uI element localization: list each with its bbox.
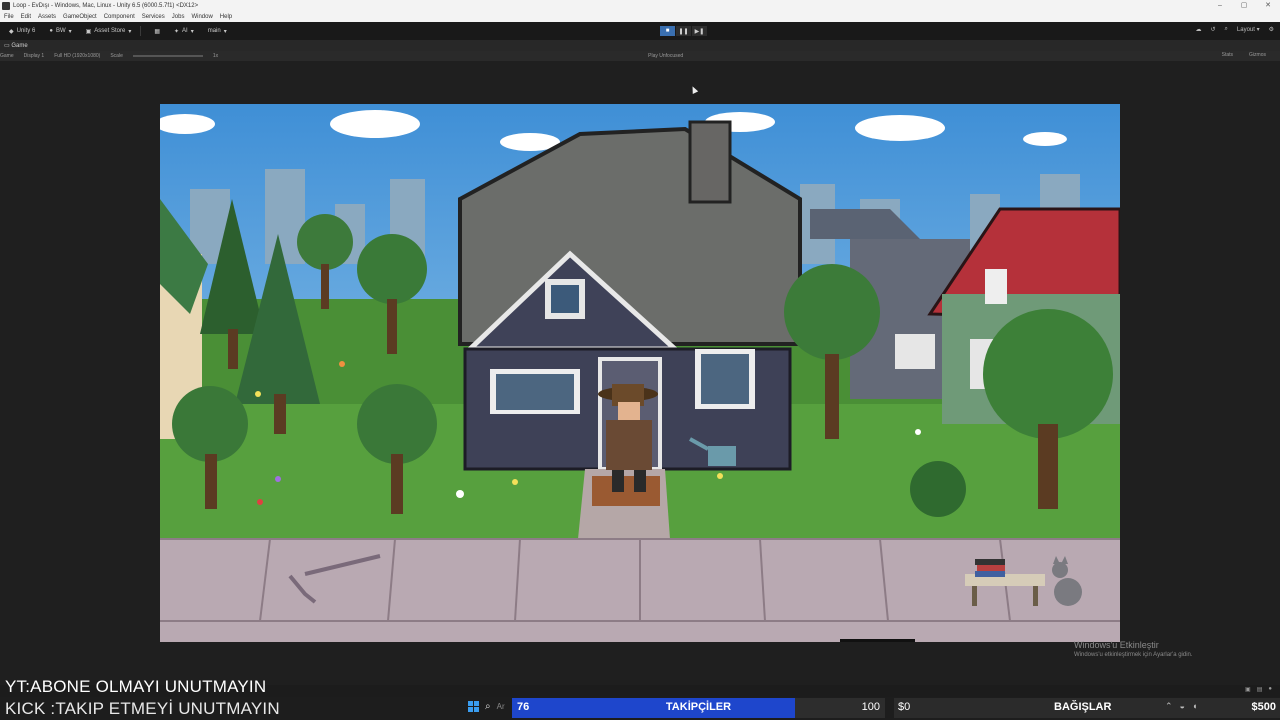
divider xyxy=(140,26,142,36)
books-icon xyxy=(975,559,1005,577)
menu-edit[interactable]: Edit xyxy=(21,14,31,20)
followers-goal: 100 xyxy=(861,701,880,713)
play-focused-dropdown[interactable]: Play Unfocused xyxy=(648,53,683,59)
unity-account-button[interactable]: ◆ Unity 6 xyxy=(4,26,40,37)
account-label: BW xyxy=(55,28,66,34)
branch-label: main xyxy=(207,28,221,34)
account-button[interactable]: ● BW ▾ xyxy=(44,26,76,37)
donations-current: $0 xyxy=(898,701,911,713)
followers-label: TAKİPÇİLER xyxy=(665,701,732,713)
menu-jobs[interactable]: Jobs xyxy=(172,14,185,20)
maximize-button[interactable]: ▢ xyxy=(1232,0,1256,12)
chevron-down-icon: ▾ xyxy=(128,28,132,35)
unity-logo-icon: ◆ xyxy=(9,28,14,35)
cloud-icon[interactable]: ☁ xyxy=(1196,26,1202,33)
bug-icon[interactable]: ▣ xyxy=(1245,686,1251,693)
search-icon[interactable]: ⌕ xyxy=(1225,26,1228,33)
windows-start-icon[interactable] xyxy=(468,701,479,712)
scale-value: 1x xyxy=(212,53,219,59)
resolution-dropdown[interactable]: Full HD (1920x1080) xyxy=(54,53,100,59)
history-icon[interactable]: ↺ xyxy=(1211,26,1216,33)
game-tab-strip: ▭ Game xyxy=(0,40,1280,51)
yt-overlay-text: YT:ABONE OLMAYI UNUTMAYIN xyxy=(5,677,267,696)
asset-store-label: Asset Store xyxy=(94,28,126,34)
minimize-button[interactable]: – xyxy=(1208,0,1232,12)
stats-button[interactable]: Stats xyxy=(1222,52,1233,58)
chevron-up-icon[interactable]: ⌃ xyxy=(1165,701,1173,712)
layout-label: Layout xyxy=(1236,27,1255,33)
unity-toolbar: ◆ Unity 6 ● BW ▾ ▣ Asset Store ▾ ▦ ✦ AI … xyxy=(0,22,1280,40)
version-control-button[interactable]: ▦ xyxy=(149,26,165,37)
pause-button[interactable]: ❚❚ xyxy=(676,26,691,36)
play-button[interactable]: ■ xyxy=(660,26,675,36)
menu-window[interactable]: Window xyxy=(191,14,212,20)
game-toolbar-right: Stats Gizmos xyxy=(1222,52,1276,58)
grid-icon: ▦ xyxy=(154,28,160,35)
search-icon[interactable]: ⌕ xyxy=(485,701,491,712)
gizmos-button[interactable]: Gizmos xyxy=(1249,52,1266,58)
toolbar-right: ☁ ↺ ⌕ Layout ▾ ⚙ xyxy=(1196,26,1275,33)
menu-bar: File Edit Assets GameObject Component Se… xyxy=(0,12,1280,22)
ai-label: AI xyxy=(182,28,188,34)
menu-gameobject[interactable]: GameObject xyxy=(63,14,97,20)
game-corner-icons: ▣ ▤ ● xyxy=(1245,686,1272,693)
taskbar-search-placeholder[interactable]: Ar xyxy=(497,702,505,711)
window-title: Loop - EvDışı - Windows, Mac, Linux - Un… xyxy=(13,3,199,9)
game-mode-dropdown[interactable]: Game xyxy=(0,53,14,59)
menu-assets[interactable]: Assets xyxy=(38,14,56,20)
menu-file[interactable]: File xyxy=(4,14,14,20)
layout-dropdown[interactable]: Layout ▾ xyxy=(1237,26,1260,33)
notification-icon[interactable]: ● xyxy=(1268,686,1272,693)
chevron-down-icon: ▾ xyxy=(223,28,227,35)
branch-button[interactable]: main ▾ xyxy=(203,26,232,37)
tab-game-label: Game xyxy=(11,43,28,49)
unity-version-label: Unity 6 xyxy=(16,28,36,34)
window-titlebar: Loop - EvDışı - Windows, Mac, Linux - Un… xyxy=(0,0,1280,12)
kick-overlay-text: KICK :TAKIP ETMEYİ UNUTMAYIN xyxy=(5,699,280,718)
menu-services[interactable]: Services xyxy=(142,14,165,20)
display-dropdown[interactable]: Display 1 xyxy=(24,53,45,59)
ai-button[interactable]: ✦ AI ▾ xyxy=(169,26,199,37)
scale-slider[interactable] xyxy=(132,55,203,57)
doormat xyxy=(592,476,660,506)
chevron-down-icon: ▾ xyxy=(190,28,194,35)
menu-help[interactable]: Help xyxy=(220,14,232,20)
scale-label: Scale xyxy=(110,53,123,59)
donations-goal-bar: $0 BAĞIŞLAR $500 xyxy=(894,698,1280,718)
activation-title: Windows'u Etkinleştir xyxy=(1074,640,1159,650)
user-icon: ● xyxy=(49,28,53,34)
chevron-down-icon: ▾ xyxy=(68,28,72,35)
volume-icon[interactable]: ◖ xyxy=(1192,701,1197,712)
taskbar-icons: ⌕ Ar xyxy=(468,701,505,712)
followers-goal-bar: 76 TAKİPÇİLER 100 xyxy=(512,698,885,718)
step-button[interactable]: ▶❚ xyxy=(692,26,707,36)
settings-icon[interactable]: ⚙ xyxy=(1269,26,1274,33)
window-controls: – ▢ ✕ xyxy=(1208,0,1280,12)
asset-store-button[interactable]: ▣ Asset Store ▾ xyxy=(81,26,137,37)
wifi-icon[interactable]: ◒ xyxy=(1180,701,1185,712)
game-view-toolbar: Game Display 1 Full HD (1920x1080) Scale… xyxy=(0,51,1280,61)
close-button[interactable]: ✕ xyxy=(1256,0,1280,12)
unity-logo-icon xyxy=(2,2,10,10)
store-icon: ▣ xyxy=(85,28,92,35)
windows-activation-watermark: Windows'u Etkinleştir Windows'u etkinleş… xyxy=(1074,640,1193,658)
activation-subtitle: Windows'u etkinleştirmek için Ayarlar'a … xyxy=(1074,652,1193,658)
play-controls: ■ ❚❚ ▶❚ xyxy=(660,26,707,36)
donations-goal: $500 xyxy=(1251,701,1276,713)
menu-component[interactable]: Component xyxy=(104,14,135,20)
tab-game[interactable]: ▭ Game xyxy=(4,42,28,49)
game-scene[interactable] xyxy=(160,104,1120,642)
sparkle-icon: ✦ xyxy=(174,28,180,35)
system-tray: ⌃ ◒ ◖ xyxy=(1165,701,1197,712)
console-icon[interactable]: ▤ xyxy=(1257,686,1263,693)
donations-label: BAĞIŞLAR xyxy=(1054,701,1112,713)
